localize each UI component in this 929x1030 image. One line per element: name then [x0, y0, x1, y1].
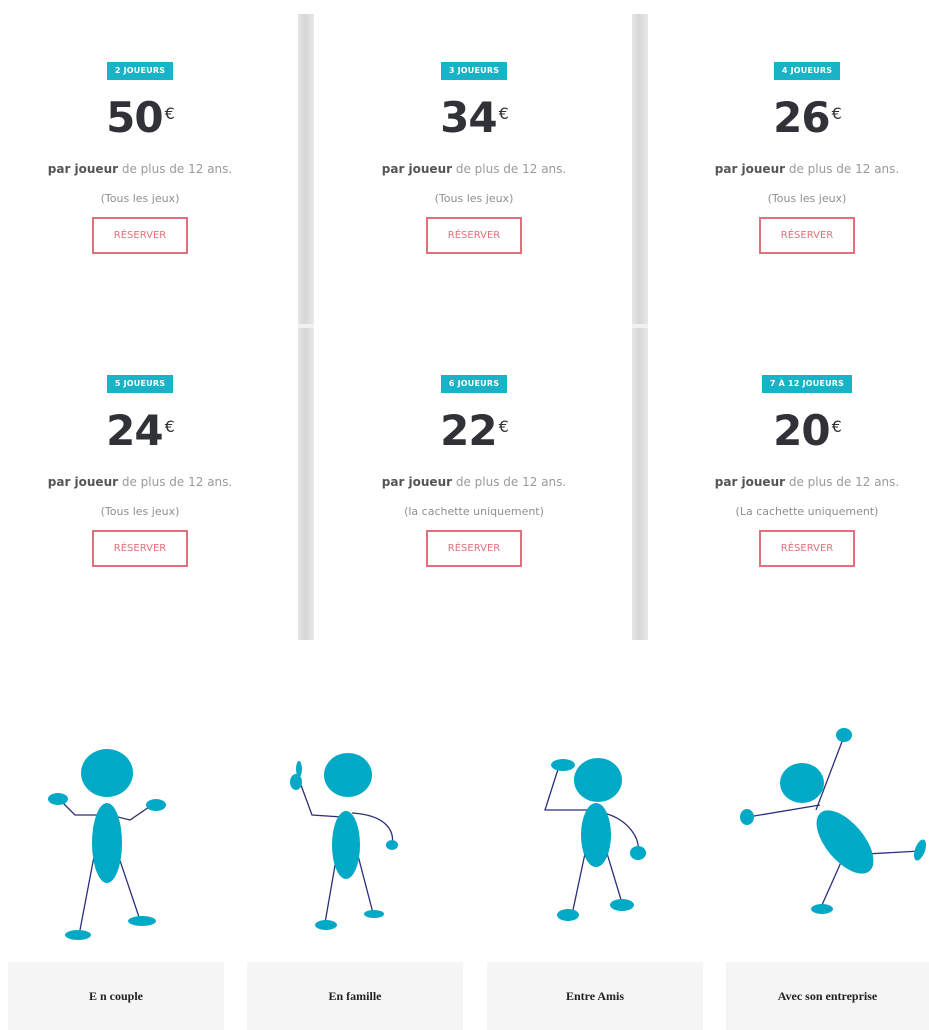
- price: 22 €: [440, 406, 509, 455]
- stick-figure-thinking-icon: [544, 758, 646, 921]
- column-divider: [298, 14, 314, 640]
- column-divider: [632, 14, 648, 640]
- game-note: (Tous les jeux): [767, 192, 847, 205]
- players-badge: 5 JOUEURS: [106, 375, 174, 393]
- reserve-button[interactable]: RÉSERVER: [92, 217, 188, 254]
- currency: €: [498, 104, 509, 123]
- players-badge: 6 JOUEURS: [440, 375, 508, 393]
- price-condition: par joueur de plus de 12 ans.: [714, 162, 900, 176]
- price: 50 €: [106, 93, 175, 142]
- players-badge: 4 JOUEURS: [773, 62, 841, 80]
- reserve-button[interactable]: RÉSERVER: [92, 530, 188, 567]
- category-label: En famille: [328, 988, 382, 1003]
- currency: €: [164, 417, 175, 436]
- price-condition: par joueur de plus de 12 ans.: [714, 475, 900, 489]
- currency: €: [164, 104, 175, 123]
- players-badge: 2 JOUEURS: [106, 62, 174, 80]
- pricing-card-7-12-players: 7 À 12 JOUEURS 20 € par joueur de plus de…: [667, 373, 929, 567]
- price: 34 €: [440, 93, 509, 142]
- pricing-card-4-players: 4 JOUEURS 26 € par joueur de plus de 12 a…: [667, 60, 929, 254]
- reserve-button[interactable]: RÉSERVER: [426, 530, 522, 567]
- stick-figure-jumping-icon: [740, 728, 927, 914]
- game-note: (Tous les jeux): [100, 192, 180, 205]
- category-label: Avec son entreprise: [777, 988, 878, 1003]
- category-label: E n couple: [88, 988, 143, 1003]
- price-condition: par joueur de plus de 12 ans.: [47, 475, 233, 489]
- price-condition: par joueur de plus de 12 ans.: [381, 162, 567, 176]
- game-note: (La cachette uniquement): [735, 505, 879, 518]
- pricing-card-2-players: 2 JOUEURS 50 € par joueur de plus de 12 a…: [0, 60, 280, 254]
- category-friends[interactable]: Entre Amis: [487, 962, 703, 1030]
- currency: €: [831, 104, 842, 123]
- price-condition: par joueur de plus de 12 ans.: [47, 162, 233, 176]
- players-badge: 7 À 12 JOUEURS: [761, 375, 853, 393]
- reserve-button[interactable]: RÉSERVER: [426, 217, 522, 254]
- game-note: (Tous les jeux): [100, 505, 180, 518]
- currency: €: [498, 417, 509, 436]
- reserve-button[interactable]: RÉSERVER: [759, 530, 855, 567]
- stick-figure-shrug-icon: [48, 749, 166, 940]
- players-badge: 3 JOUEURS: [440, 62, 508, 80]
- category-couple[interactable]: E n couple: [8, 962, 224, 1030]
- pricing-card-3-players: 3 JOUEURS 34 € par joueur de plus de 12 a…: [334, 60, 614, 254]
- reserve-button[interactable]: RÉSERVER: [759, 217, 855, 254]
- price: 26 €: [773, 93, 842, 142]
- pricing-card-6-players: 6 JOUEURS 22 € par joueur de plus de 12 a…: [334, 373, 614, 567]
- game-note: (la cachette uniquement): [404, 505, 544, 518]
- pricing-card-5-players: 5 JOUEURS 24 € par joueur de plus de 12 a…: [0, 373, 280, 567]
- game-note: (Tous les jeux): [434, 192, 514, 205]
- price-condition: par joueur de plus de 12 ans.: [381, 475, 567, 489]
- currency: €: [831, 417, 842, 436]
- price: 24 €: [106, 406, 175, 455]
- price: 20 €: [773, 406, 842, 455]
- category-family[interactable]: En famille: [247, 962, 463, 1030]
- category-label: Entre Amis: [565, 988, 625, 1003]
- category-company[interactable]: Avec son entreprise: [726, 962, 929, 1030]
- stick-figure-pointing-icon: [290, 753, 398, 930]
